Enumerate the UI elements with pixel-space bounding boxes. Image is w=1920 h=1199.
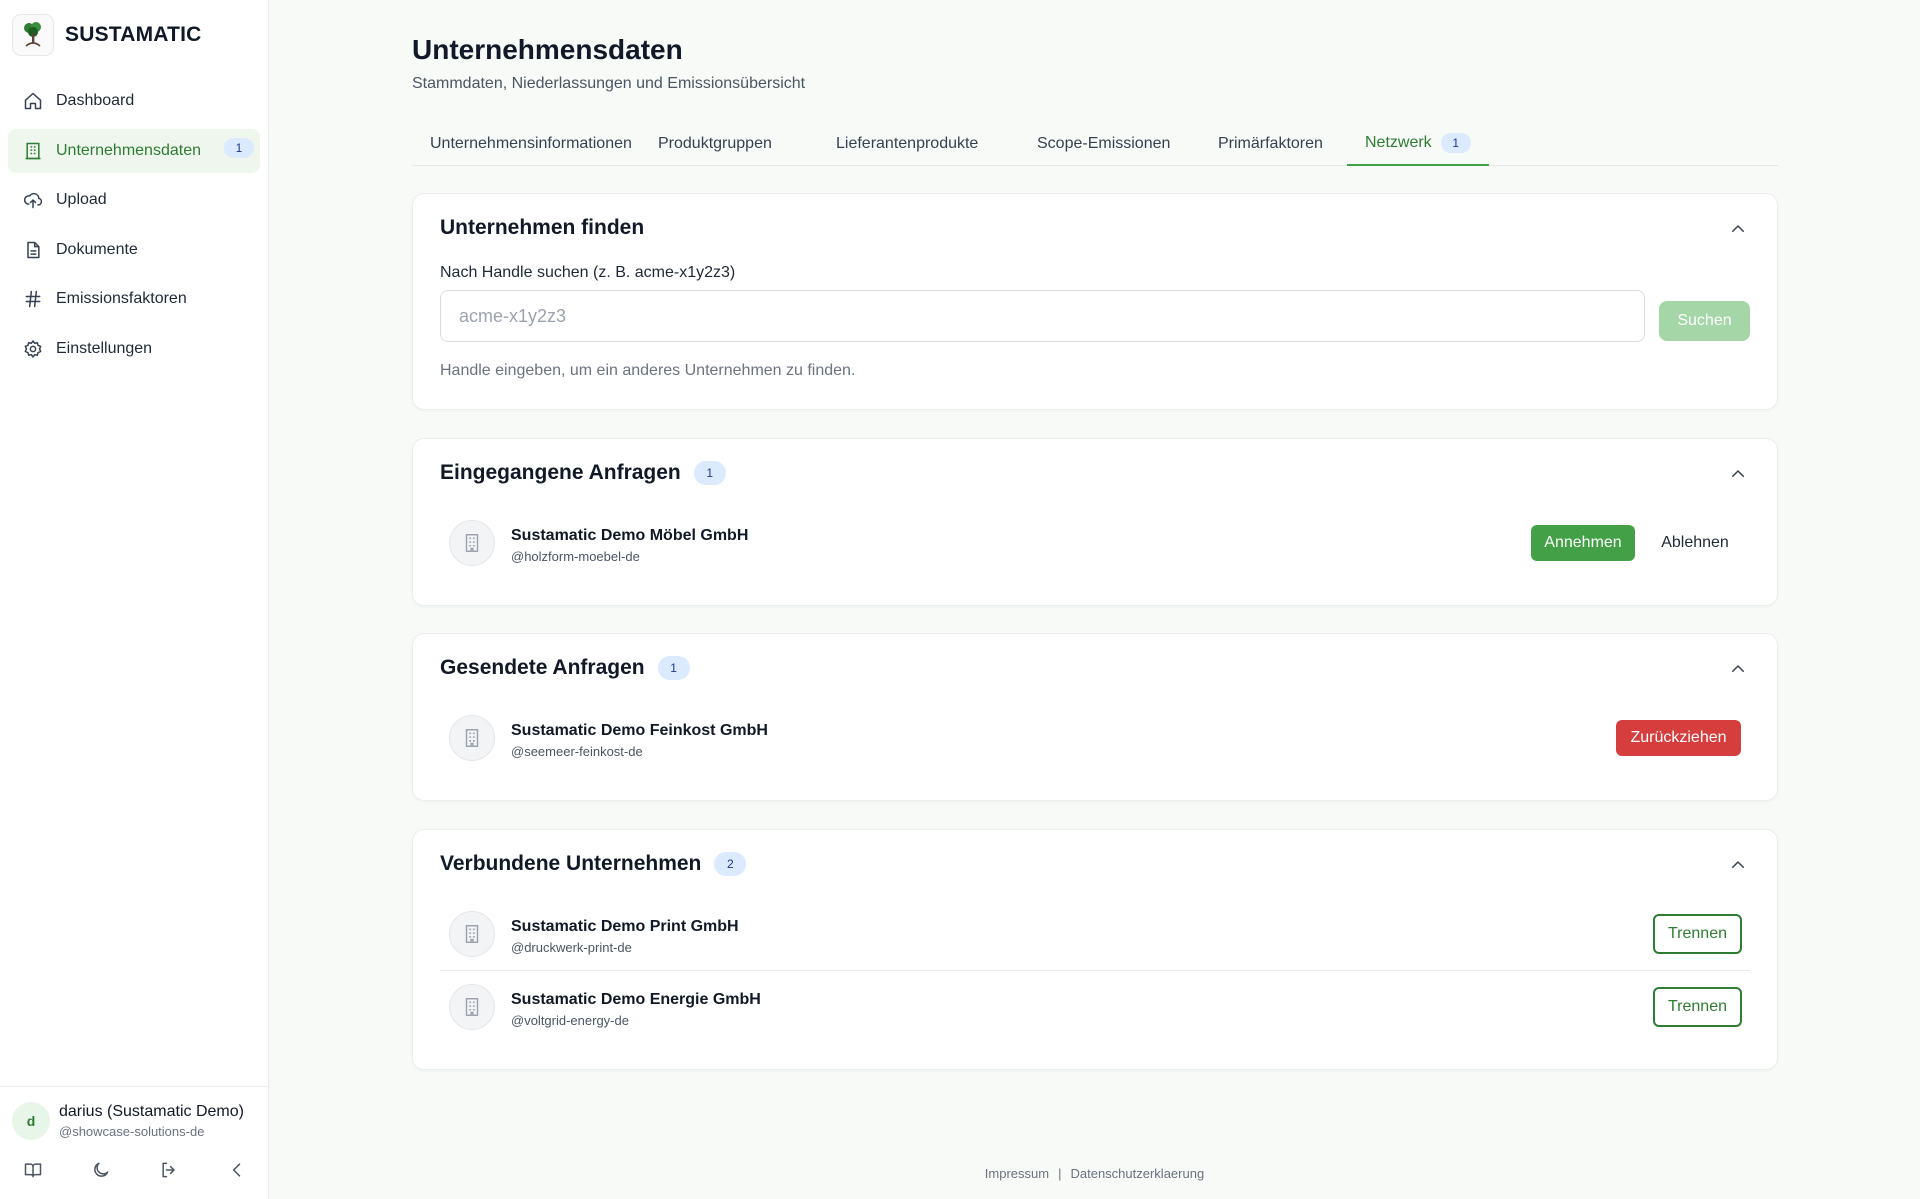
disconnect-button[interactable]: Trennen [1653,914,1742,954]
legal-separator: | [1058,1166,1062,1181]
sidebar-item-label: Dashboard [56,92,135,109]
chevron-up-icon[interactable] [1727,658,1749,680]
sidebar-item-upload[interactable]: Upload [8,178,260,222]
handle-search-input[interactable] [440,290,1645,342]
connected-companies-title: Verbundene Unternehmen [440,852,702,875]
tab-netzwerk[interactable]: Netzwerk 1 [1347,122,1489,166]
accept-button[interactable]: Annehmen [1531,525,1635,561]
connected-companies-card: Verbundene Unternehmen 2 Sustamatic Demo… [412,829,1778,1070]
building-icon [22,140,44,162]
list-item: Sustamatic Demo Möbel GmbH @holzform-moe… [440,506,1750,579]
company-handle: @seemeer-feinkost-de [511,744,643,759]
avatar: d [12,1102,50,1140]
count-badge: 2 [714,852,747,876]
tab-bar: Unternehmensinformationen Produktgruppen… [412,122,1778,166]
sent-requests-card: Gesendete Anfragen 1 Sustamatic Demo Fei… [412,633,1778,801]
notification-badge: 1 [224,137,254,158]
find-company-title: Unternehmen finden [440,216,645,239]
sent-requests-title: Gesendete Anfragen [440,656,645,679]
brand-name: SUSTAMATIC [65,23,202,46]
sidebar-item-label: Unternehmensdaten [56,141,201,159]
card-title: Gesendete Anfragen 1 [440,656,690,680]
sidebar-item-label: Upload [56,191,107,208]
user-name: darius (Sustamatic Demo) [59,1103,244,1120]
chevron-up-icon[interactable] [1727,463,1749,485]
page-title: Unternehmensdaten [412,34,683,65]
home-icon [22,90,44,112]
user-profile[interactable]: d darius (Sustamatic Demo) @showcase-sol… [12,1102,259,1140]
company-handle: @druckwerk-print-de [511,940,632,955]
company-handle: @voltgrid-energy-de [511,1013,629,1028]
legal-footer: Impressum | Datenschutzerklaerung [0,1166,1920,1181]
sidebar-item-unternehmensdaten[interactable]: Unternehmensdaten 1 [8,128,260,173]
gear-icon [22,338,44,360]
list-item: Sustamatic Demo Feinkost GmbH @seemeer-f… [440,701,1750,774]
building-icon [449,911,495,957]
company-name: Sustamatic Demo Print GmbH [511,918,739,935]
sidebar-footer: d darius (Sustamatic Demo) @showcase-sol… [0,1086,269,1199]
tab-primaerfaktoren[interactable]: Primärfaktoren [1200,122,1341,166]
sidebar-item-dashboard[interactable]: Dashboard [8,79,260,123]
card-title: Unternehmen finden [440,216,644,240]
card-title: Eingegangene Anfragen 1 [440,461,726,485]
card-title: Verbundene Unternehmen 2 [440,852,747,876]
tab-lieferantenprodukte[interactable]: Lieferantenprodukte [818,122,996,166]
company-name: Sustamatic Demo Energie GmbH [511,991,761,1008]
hash-icon [22,288,44,310]
find-company-card: Unternehmen finden Nach Handle suchen (z… [412,193,1778,410]
document-icon [22,239,44,261]
privacy-link[interactable]: Datenschutzerklaerung [1070,1166,1204,1181]
tab-scope-emissionen[interactable]: Scope-Emissionen [1019,122,1188,166]
building-icon [449,520,495,566]
tab-badge: 1 [1440,133,1471,153]
incoming-requests-card: Eingegangene Anfragen 1 Sustamatic Demo … [412,438,1778,606]
tree-logo-icon [12,14,54,56]
count-badge: 1 [693,461,726,485]
sidebar-item-label: Einstellungen [56,339,153,357]
list-item: Sustamatic Demo Print GmbH @druckwerk-pr… [440,897,1750,970]
company-name: Sustamatic Demo Feinkost GmbH [511,722,768,739]
search-button[interactable]: Suchen [1659,301,1750,341]
sidebar-item-label: Emissionsfaktoren [56,290,187,307]
disconnect-button[interactable]: Trennen [1653,987,1742,1027]
chevron-up-icon[interactable] [1727,854,1749,876]
company-handle: @holzform-moebel-de [511,549,640,564]
count-badge: 1 [657,656,690,680]
search-hint: Handle eingeben, um ein anderes Unterneh… [440,362,856,379]
tab-produktgruppen[interactable]: Produktgruppen [640,122,790,166]
chevron-up-icon[interactable] [1727,218,1749,240]
sidebar-item-emissionsfaktoren[interactable]: Emissionsfaktoren [8,277,260,321]
building-icon [449,715,495,761]
withdraw-button[interactable]: Zurückziehen [1616,720,1741,756]
building-icon [449,984,495,1030]
incoming-requests-title: Eingegangene Anfragen [440,461,681,484]
sidebar-item-label: Dokumente [56,240,138,258]
tab-label: Netzwerk [1365,134,1432,151]
sidebar-item-dokumente[interactable]: Dokumente [8,228,260,272]
sidebar-item-einstellungen[interactable]: Einstellungen [8,327,260,371]
company-name: Sustamatic Demo Möbel GmbH [511,527,749,544]
impressum-link[interactable]: Impressum [985,1166,1049,1181]
list-item: Sustamatic Demo Energie GmbH @voltgrid-e… [440,970,1750,1043]
search-label: Nach Handle suchen (z. B. acme-x1y2z3) [440,264,736,281]
tab-unternehmensinformationen[interactable]: Unternehmensinformationen [412,122,650,166]
cloud-upload-icon [22,189,44,211]
brand[interactable]: SUSTAMATIC [12,14,202,56]
sidebar-nav: Dashboard Unternehmensdaten 1 Upload Dok… [8,79,260,376]
sidebar: SUSTAMATIC Dashboard Unternehmensdaten 1… [0,0,269,1199]
decline-button[interactable]: Ablehnen [1647,525,1743,561]
user-handle: @showcase-solutions-de [59,1124,205,1139]
page-subtitle: Stammdaten, Niederlassungen und Emission… [412,75,806,92]
